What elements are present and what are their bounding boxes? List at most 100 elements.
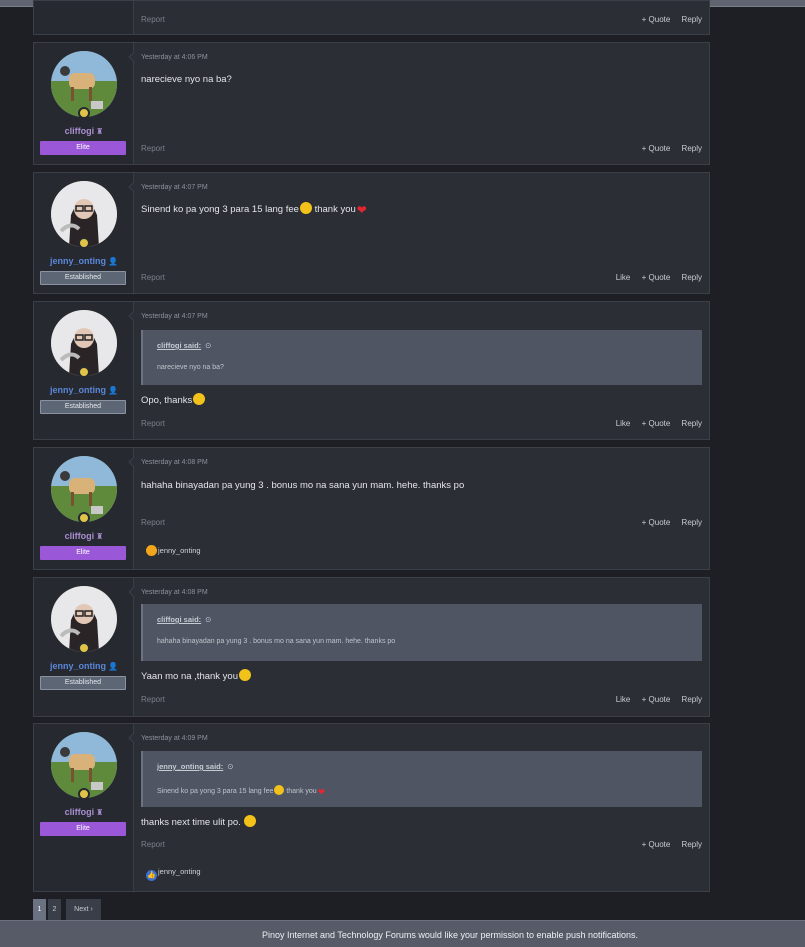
post-time[interactable]: Yesterday at 4:09 PM	[141, 735, 208, 742]
username[interactable]: cliffogi ♜	[34, 807, 134, 817]
username-text[interactable]: cliffogi	[65, 807, 95, 817]
action-buttons: Like + Quote Reply	[607, 419, 702, 428]
post: jenny_onting 👤 Established Yesterday at 4…	[33, 301, 710, 440]
status-emoji-icon	[78, 642, 90, 654]
rank-badge: Established	[40, 400, 126, 414]
quote-author-link[interactable]: cliffogi said: ⊙	[157, 615, 211, 624]
report-link[interactable]: Report	[141, 273, 165, 282]
quote-button[interactable]: + Quote	[642, 144, 671, 153]
report-link[interactable]: Report	[141, 518, 165, 527]
quote-author[interactable]: cliffogi said:	[157, 341, 201, 350]
quote-text-main: Sinend ko pa yong 3 para 15 lang fee	[157, 788, 274, 795]
push-notification-text: Pinoy Internet and Technology Forums wou…	[262, 930, 639, 940]
report-link[interactable]: Report	[141, 695, 165, 704]
like-button[interactable]: Like	[616, 273, 631, 282]
quote-button[interactable]: + Quote	[642, 419, 671, 428]
post: jenny_onting 👤 Established Yesterday at 4…	[33, 577, 710, 717]
username-text[interactable]: cliffogi	[65, 126, 95, 136]
message-text: Yaan mo na ,thank you	[141, 671, 238, 682]
username[interactable]: cliffogi ♜	[34, 126, 134, 136]
quote-author-link[interactable]: cliffogi said: ⊙	[157, 341, 211, 350]
username[interactable]: jenny_onting 👤	[34, 385, 134, 395]
quote-button[interactable]: + Quote	[642, 273, 671, 282]
reply-button[interactable]: Reply	[682, 695, 702, 704]
user-cell: jenny_onting 👤 Established	[34, 578, 134, 716]
page-2-button[interactable]: 2	[48, 899, 61, 920]
quote-author[interactable]: cliffogi said:	[157, 615, 201, 624]
post-partial: Report + Quote Reply	[33, 0, 710, 35]
quote-block: jenny_onting said: ⊙ Sinend ko pa yong 3 …	[141, 751, 702, 807]
post-time[interactable]: Yesterday at 4:08 PM	[141, 459, 208, 466]
reply-button[interactable]: Reply	[682, 518, 702, 527]
heart-icon: ❤	[356, 203, 367, 217]
rank-badge: Elite	[40, 546, 126, 560]
post: jenny_onting 👤 Established Yesterday at 4…	[33, 172, 710, 294]
quote-button[interactable]: + Quote	[642, 15, 671, 24]
reaction-user[interactable]: jenny_onting	[158, 546, 201, 555]
message-text: thanks next time ulit po.	[141, 817, 241, 828]
user-cell	[34, 1, 134, 34]
post-message: Opo, thanks	[141, 393, 206, 406]
reply-button[interactable]: Reply	[682, 419, 702, 428]
thumbs-up-reaction-icon: 👍	[146, 870, 157, 881]
quote-block: cliffogi said: ⊙ narecieve nyo na ba?	[141, 330, 702, 385]
reaction-user[interactable]: jenny_onting	[158, 867, 201, 876]
rank-badge: Elite	[40, 141, 126, 155]
reply-button[interactable]: Reply	[682, 15, 702, 24]
like-button[interactable]: Like	[616, 419, 631, 428]
user-cell: cliffogi ♜ Elite	[34, 448, 134, 569]
circle-arrow-icon[interactable]: ⊙	[227, 762, 233, 771]
post-time[interactable]: Yesterday at 4:07 PM	[141, 184, 208, 191]
report-link[interactable]: Report	[141, 144, 165, 153]
heart-icon: ❤	[317, 787, 326, 797]
post-time[interactable]: Yesterday at 4:07 PM	[141, 313, 208, 320]
user-cell: cliffogi ♜ Elite	[34, 43, 134, 164]
post-time[interactable]: Yesterday at 4:08 PM	[141, 589, 208, 596]
quote-author-link[interactable]: jenny_onting said: ⊙	[157, 762, 234, 771]
grinning-emoji-icon	[244, 815, 257, 827]
username-text[interactable]: jenny_onting	[50, 256, 106, 266]
next-page-button[interactable]: Next ›	[66, 899, 101, 920]
username-text[interactable]: jenny_onting	[50, 385, 106, 395]
action-buttons: + Quote Reply	[633, 144, 702, 153]
user-cell: jenny_onting 👤 Established	[34, 302, 134, 439]
like-button[interactable]: Like	[616, 695, 631, 704]
report-link[interactable]: Report	[141, 15, 165, 24]
status-emoji-icon	[78, 237, 90, 249]
post-message: Yaan mo na ,thank you	[141, 669, 251, 682]
username-text[interactable]: cliffogi	[65, 531, 95, 541]
grinning-emoji-icon	[299, 202, 312, 214]
quote-button[interactable]: + Quote	[642, 695, 671, 704]
heart-eyes-reaction-icon	[146, 545, 157, 556]
username[interactable]: jenny_onting 👤	[34, 661, 134, 671]
page-1-button[interactable]: 1	[33, 899, 46, 920]
quote-text: narecieve nyo na ba?	[157, 364, 224, 371]
post-time[interactable]: Yesterday at 4:06 PM	[141, 54, 208, 61]
reply-button[interactable]: Reply	[682, 144, 702, 153]
action-buttons: + Quote Reply	[633, 518, 702, 527]
quote-author[interactable]: jenny_onting said:	[157, 762, 223, 771]
rank-badge: Established	[40, 271, 126, 285]
username[interactable]: cliffogi ♜	[34, 531, 134, 541]
status-emoji-icon	[78, 366, 90, 378]
message-text: Opo, thanks	[141, 395, 193, 406]
report-link[interactable]: Report	[141, 419, 165, 428]
username[interactable]: jenny_onting 👤	[34, 256, 134, 266]
status-emoji-icon	[78, 107, 90, 119]
user-check-icon: 👤	[108, 257, 118, 266]
username-text[interactable]: jenny_onting	[50, 661, 106, 671]
quote-text-tail: thank you	[286, 788, 317, 795]
reply-button[interactable]: Reply	[682, 273, 702, 282]
action-buttons: Like + Quote Reply	[607, 695, 702, 704]
report-link[interactable]: Report	[141, 840, 165, 849]
quote-button[interactable]: + Quote	[642, 840, 671, 849]
push-notification-bar[interactable]: Pinoy Internet and Technology Forums wou…	[0, 920, 805, 947]
reaction-bar[interactable]: jenny_onting	[146, 545, 201, 556]
quote-button[interactable]: + Quote	[642, 518, 671, 527]
user-group-icon: ♜	[96, 127, 104, 136]
reply-button[interactable]: Reply	[682, 840, 702, 849]
grinning-emoji-icon	[193, 393, 206, 405]
circle-arrow-icon[interactable]: ⊙	[205, 341, 211, 350]
reaction-bar[interactable]: 👍 jenny_onting	[146, 867, 201, 881]
circle-arrow-icon[interactable]: ⊙	[205, 615, 211, 624]
